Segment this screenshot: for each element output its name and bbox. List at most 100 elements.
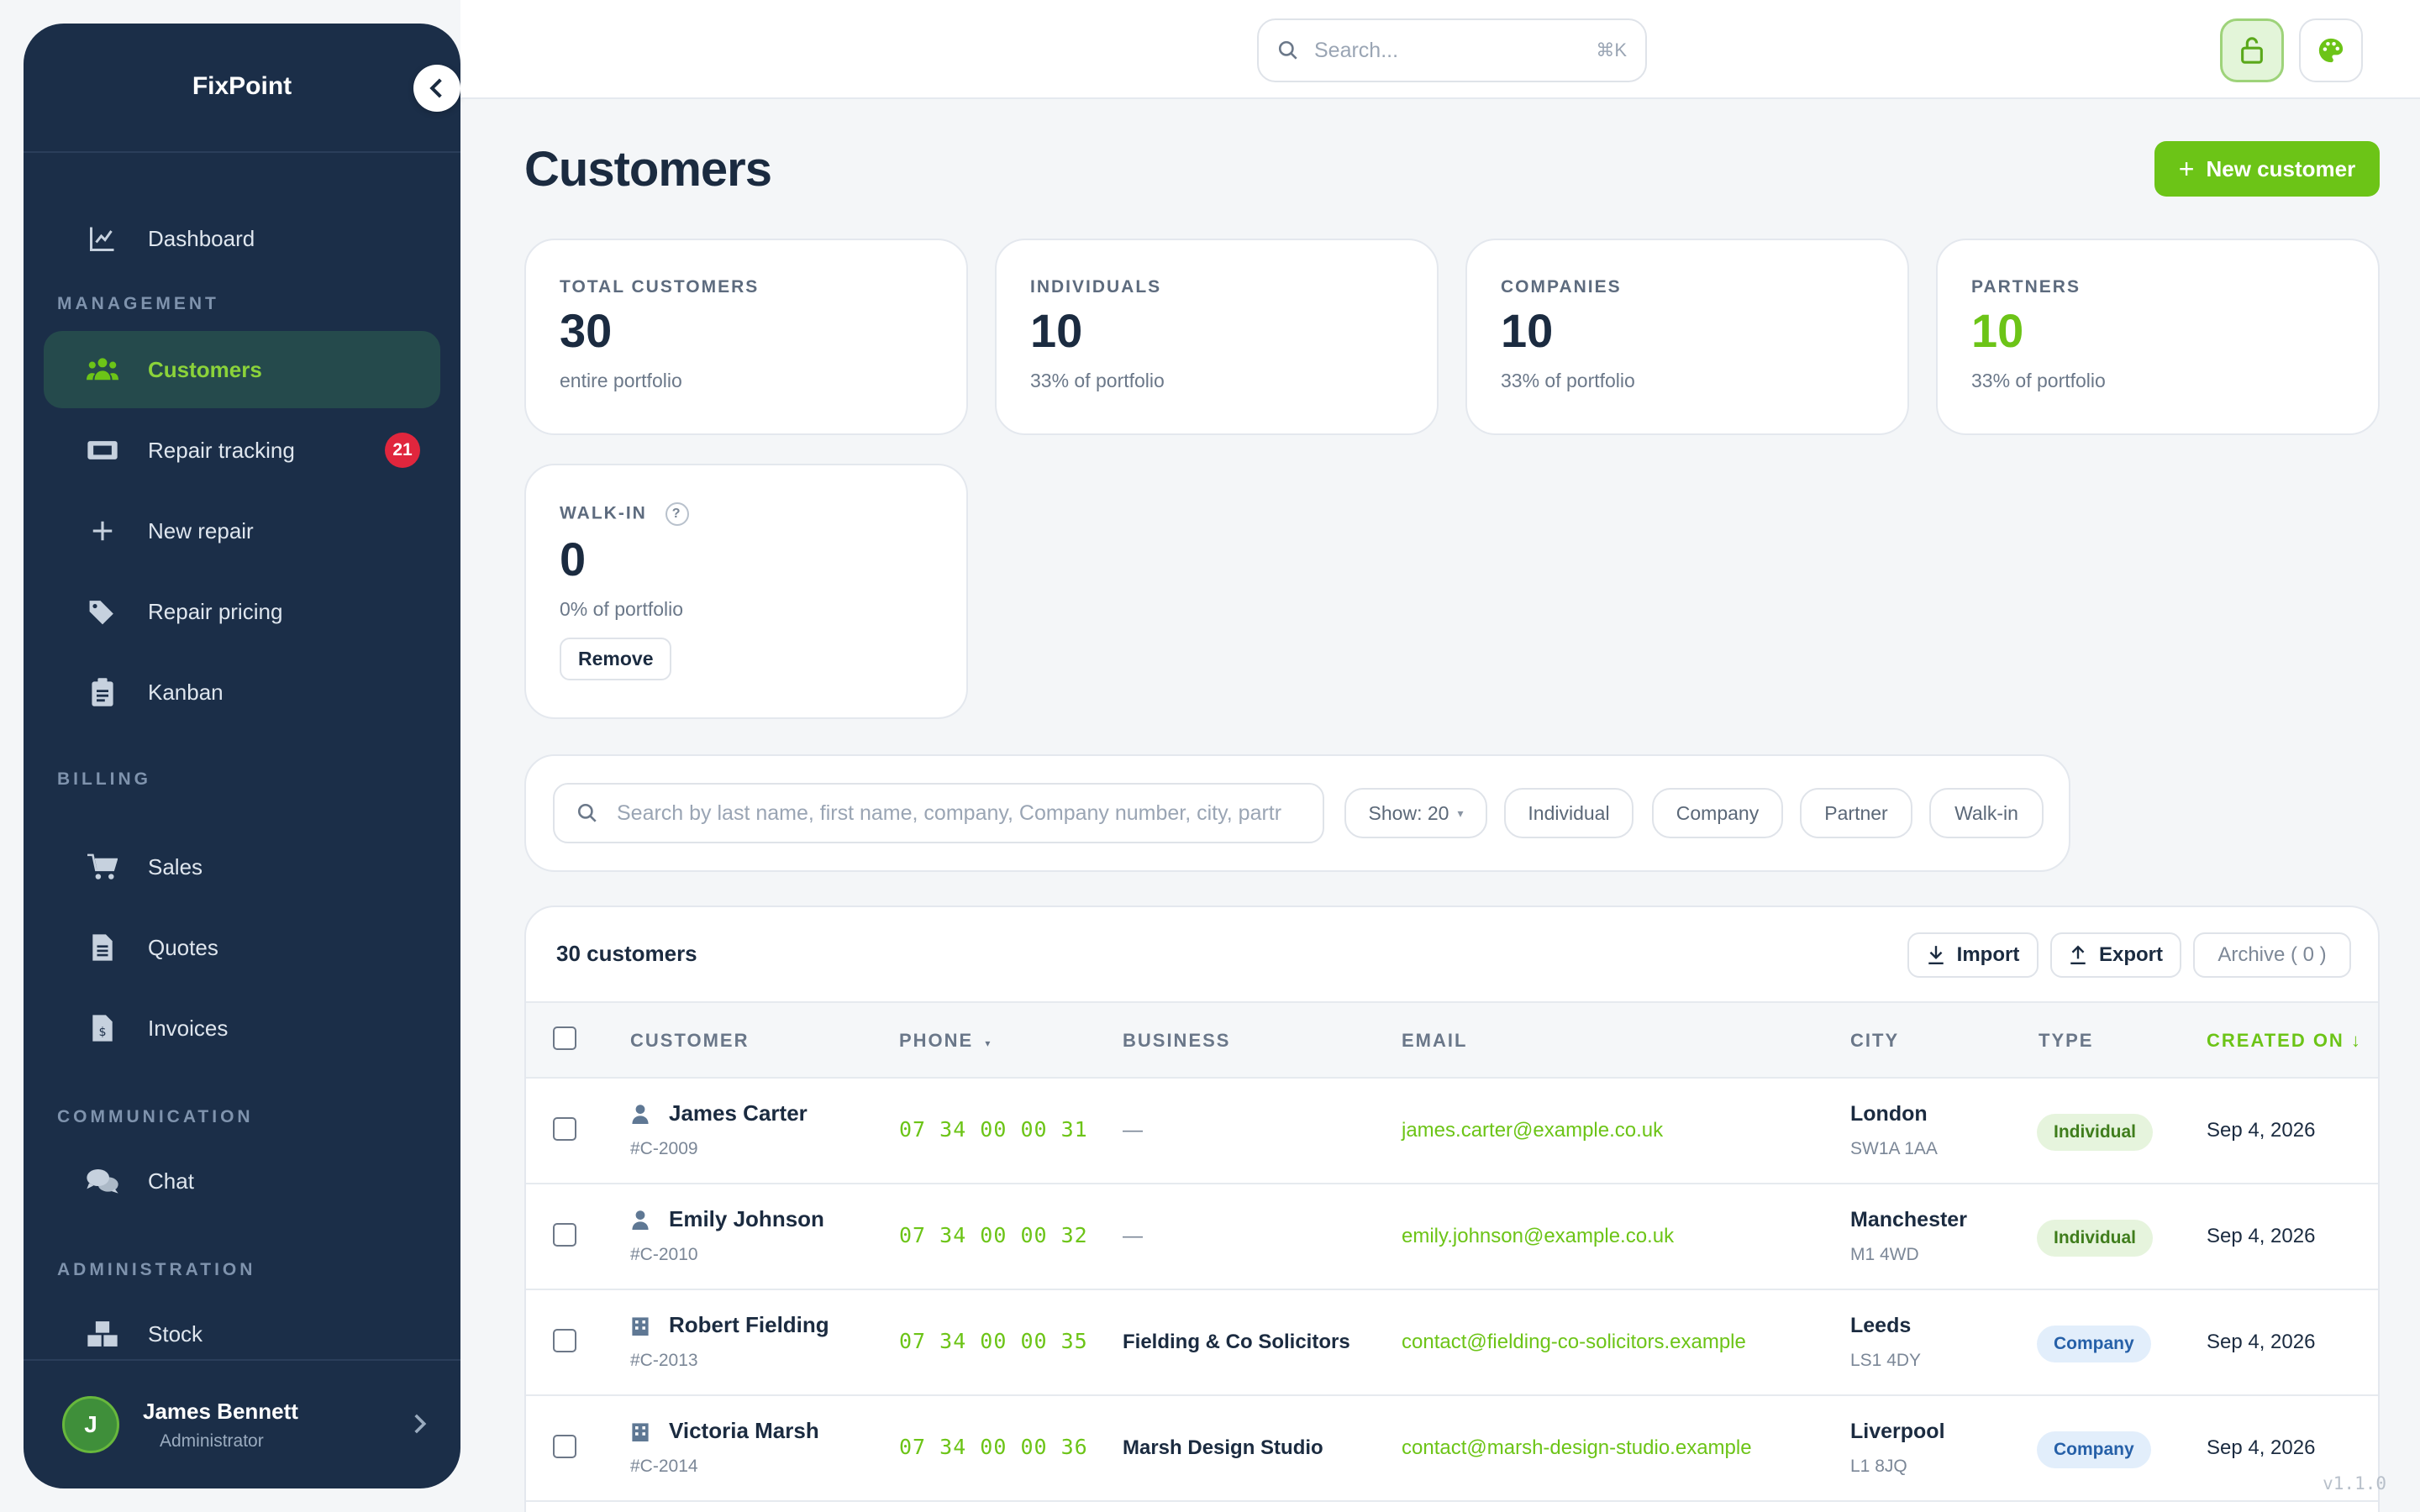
postcode: LS1 4DY (1850, 1351, 1922, 1370)
stat-value: 0 (560, 533, 587, 585)
row-checkbox[interactable] (553, 1117, 576, 1141)
column-email[interactable]: EMAIL (1402, 1030, 1467, 1052)
stat-value: 10 (1030, 304, 1083, 357)
row-checkbox[interactable] (553, 1329, 576, 1352)
brand-logo[interactable]: FixPoint (24, 24, 460, 153)
stat-subtext: 33% of portfolio (1971, 370, 2106, 391)
search-placeholder: Search by last name, first name, company… (617, 801, 1282, 825)
user-menu[interactable]: J James Bennett Administrator (24, 1359, 460, 1488)
section-billing: BILLING (57, 769, 151, 789)
sidebar-item-chat[interactable]: Chat (44, 1142, 440, 1220)
stat-card-walkin[interactable]: WALK-IN ? 0 0% of portfolio Remove (524, 464, 968, 719)
phone-link[interactable]: 07 34 00 00 31 (899, 1117, 1088, 1142)
customer-name-text: Victoria Marsh (669, 1418, 819, 1443)
sidebar-item-customers[interactable]: Customers (44, 331, 440, 408)
sidebar-item-label: Chat (148, 1168, 194, 1194)
column-type[interactable]: TYPE (2039, 1030, 2093, 1052)
stat-subtext: entire portfolio (560, 370, 682, 391)
users-icon (86, 353, 119, 386)
section-administration: ADMINISTRATION (57, 1260, 256, 1279)
archive-button[interactable]: Archive ( 0 ) (2193, 932, 2351, 978)
caret-down-icon: ▾ (1457, 806, 1464, 820)
customer-search-input[interactable]: Search by last name, first name, company… (553, 783, 1324, 843)
lock-button[interactable] (2220, 18, 2284, 82)
sidebar-item-quotes[interactable]: Quotes (44, 909, 440, 986)
sidebar-item-sales[interactable]: Sales (44, 828, 440, 906)
sidebar-item-repair-pricing[interactable]: Repair pricing (44, 573, 440, 650)
email-link[interactable]: contact@fielding-co-solicitors.example (1402, 1331, 1746, 1354)
column-created-on[interactable]: CREATED ON ↓ (2207, 1030, 2362, 1052)
customer-name[interactable]: Robert Fielding (630, 1312, 829, 1338)
table-row[interactable]: Victoria Marsh #C-2014 07 34 00 00 36 Ma… (526, 1396, 2378, 1502)
ticket-icon (86, 433, 119, 467)
sidebar-item-invoices[interactable]: $ Invoices (44, 990, 440, 1067)
stat-card-individuals[interactable]: INDIVIDUALS 10 33% of portfolio (995, 239, 1439, 435)
import-button[interactable]: Import (1907, 932, 2039, 978)
remove-button[interactable]: Remove (560, 638, 672, 680)
boxes-icon (86, 1317, 119, 1351)
import-label: Import (1956, 943, 2020, 966)
sidebar-collapse-button[interactable] (413, 65, 460, 112)
filter-chip-individual[interactable]: Individual (1504, 788, 1634, 838)
city: Leeds (1850, 1314, 1912, 1337)
svg-text:$: $ (98, 1026, 106, 1039)
repair-count-badge: 21 (385, 433, 420, 468)
row-checkbox[interactable] (553, 1435, 576, 1458)
business-name: Fielding & Co Solicitors (1123, 1331, 1350, 1353)
column-business[interactable]: BUSINESS (1123, 1030, 1230, 1052)
stat-card-companies[interactable]: COMPANIES 10 33% of portfolio (1465, 239, 1909, 435)
column-customer[interactable]: CUSTOMER (630, 1030, 750, 1052)
stat-label: INDIVIDUALS (1030, 277, 1162, 297)
phone-link[interactable]: 07 34 00 00 32 (899, 1223, 1088, 1247)
sidebar-item-label: Repair pricing (148, 598, 283, 624)
customer-name[interactable]: James Carter (630, 1100, 808, 1126)
select-all-checkbox[interactable] (553, 1026, 576, 1050)
export-button[interactable]: Export (2050, 932, 2181, 978)
filter-chip-company[interactable]: Company (1652, 788, 1783, 838)
sidebar-item-new-repair[interactable]: New repair (44, 492, 440, 570)
table-row[interactable]: James Carter #C-2009 07 34 00 00 31 — ja… (526, 1079, 2378, 1184)
stat-label: PARTNERS (1971, 277, 2081, 297)
phone-link[interactable]: 07 34 00 00 36 (899, 1435, 1088, 1459)
sidebar-item-repair-tracking[interactable]: Repair tracking 21 (44, 412, 440, 489)
column-city[interactable]: CITY (1850, 1030, 1899, 1052)
column-phone[interactable]: PHONE ▾ (899, 1030, 992, 1052)
customer-name[interactable]: Victoria Marsh (630, 1418, 819, 1444)
table-row[interactable]: Emily Johnson #C-2010 07 34 00 00 32 — e… (526, 1184, 2378, 1290)
row-checkbox[interactable] (553, 1223, 576, 1247)
page-title: Customers (524, 142, 772, 197)
filter-chip-partner[interactable]: Partner (1800, 788, 1912, 838)
help-icon[interactable]: ? (665, 502, 689, 526)
email-link[interactable]: emily.johnson@example.co.uk (1402, 1225, 1674, 1248)
customer-name[interactable]: Emily Johnson (630, 1206, 824, 1232)
business-name: — (1123, 1225, 1143, 1247)
new-customer-button[interactable]: + New customer (2154, 141, 2380, 197)
search-icon (576, 802, 598, 824)
stat-card-partners[interactable]: PARTNERS 10 33% of portfolio (1936, 239, 2380, 435)
person-icon (630, 1210, 650, 1230)
stat-label: TOTAL CUSTOMERS (560, 277, 760, 297)
phone-link[interactable]: 07 34 00 00 35 (899, 1329, 1088, 1353)
cart-icon (86, 850, 119, 884)
sidebar-item-kanban[interactable]: Kanban (44, 654, 440, 731)
stat-value: 10 (1971, 304, 2024, 357)
caret-down-icon: ▾ (985, 1037, 992, 1049)
sidebar-item-dashboard[interactable]: Dashboard (44, 200, 440, 277)
clipboard-icon (86, 675, 119, 709)
city: Liverpool (1850, 1420, 1945, 1443)
created-date: Sep 4, 2026 (2207, 1225, 2316, 1247)
section-communication: COMMUNICATION (57, 1107, 254, 1126)
page-size-select[interactable]: Show: 20 ▾ (1344, 788, 1487, 838)
global-search-input[interactable]: Search... ⌘K (1257, 18, 1647, 82)
table-row[interactable]: Robert Fielding #C-2013 07 34 00 00 35 F… (526, 1290, 2378, 1396)
tags-icon (86, 595, 119, 628)
postcode: L1 8JQ (1850, 1457, 1907, 1476)
theme-button[interactable] (2299, 18, 2363, 82)
email-link[interactable]: james.carter@example.co.uk (1402, 1119, 1663, 1142)
stat-subtext: 33% of portfolio (1501, 370, 1635, 391)
filter-chip-walkin[interactable]: Walk-in (1929, 788, 2044, 838)
email-link[interactable]: contact@marsh-design-studio.example (1402, 1436, 1752, 1460)
column-phone-label: PHONE (899, 1030, 974, 1051)
table-header: CUSTOMER PHONE ▾ BUSINESS EMAIL CITY TYP… (526, 1001, 2378, 1079)
plus-icon: + (2178, 153, 2195, 184)
